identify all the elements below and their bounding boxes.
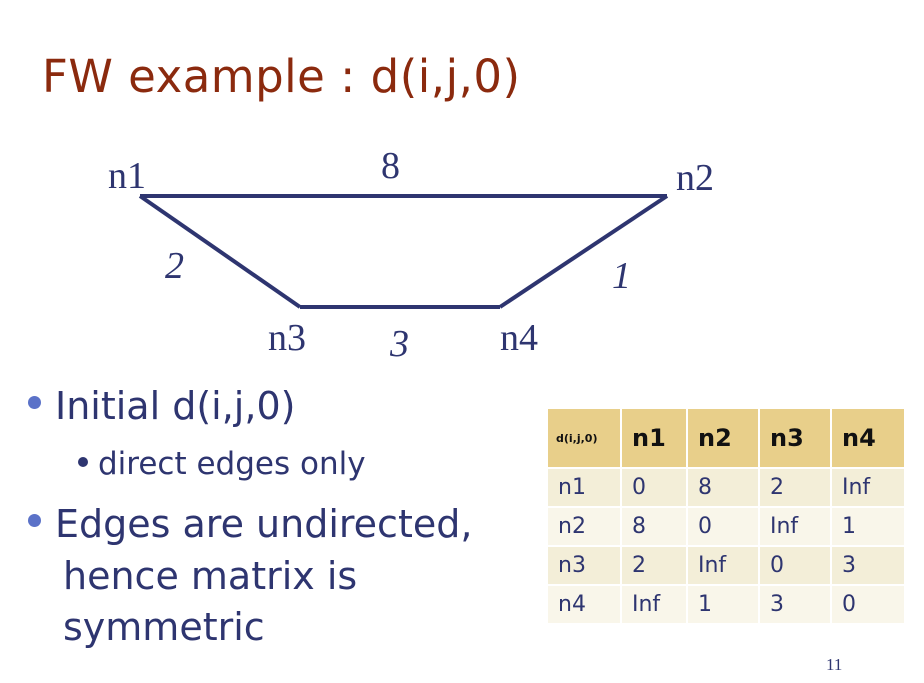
bullet-dot-icon bbox=[28, 396, 41, 409]
table-cell: Inf bbox=[686, 545, 760, 586]
edge-weight-n3-n4: 3 bbox=[389, 323, 409, 365]
row-label: n2 bbox=[546, 506, 622, 547]
table-cell: 0 bbox=[620, 467, 688, 508]
sub-bullet-text: direct edges only bbox=[98, 446, 366, 482]
table-cell: 8 bbox=[620, 506, 688, 547]
table-row: n2 8 0 Inf 1 bbox=[546, 506, 906, 547]
table-cell: 0 bbox=[758, 545, 832, 586]
table-row: n1 0 8 2 Inf bbox=[546, 467, 906, 508]
bullet-dot-icon bbox=[28, 514, 41, 527]
node-n2-label: n2 bbox=[676, 157, 714, 199]
column-header-n1: n1 bbox=[620, 407, 688, 469]
bullet-undirected-line1: Edges are undirected, bbox=[55, 502, 473, 546]
table-cell: 0 bbox=[830, 584, 906, 625]
matrix-corner-label: d(i,j,0) bbox=[546, 407, 622, 469]
edge-weight-n1-n2: 8 bbox=[381, 145, 400, 187]
page-number: 11 bbox=[826, 655, 843, 674]
table-cell: 1 bbox=[686, 584, 760, 625]
sub-bullet-dot-icon bbox=[78, 456, 88, 467]
table-header-row: d(i,j,0) n1 n2 n3 n4 bbox=[546, 407, 906, 469]
row-label: n1 bbox=[546, 467, 622, 508]
node-n4-label: n4 bbox=[500, 317, 538, 359]
table-row: n4 Inf 1 3 0 bbox=[546, 584, 906, 625]
table-cell: Inf bbox=[620, 584, 688, 625]
bullet-undirected: Edges are undirected, bbox=[28, 502, 472, 546]
node-n3-label: n3 bbox=[268, 317, 306, 359]
edge-weight-n1-n3: 2 bbox=[165, 245, 184, 287]
table-cell: 8 bbox=[686, 467, 760, 508]
node-n1-label: n1 bbox=[108, 155, 146, 197]
table-cell: Inf bbox=[830, 467, 906, 508]
column-header-n4: n4 bbox=[830, 407, 906, 469]
row-label: n3 bbox=[546, 545, 622, 586]
bullet-undirected-line2: hence matrix is bbox=[63, 554, 358, 598]
table-cell: Inf bbox=[758, 506, 832, 547]
table-row: n3 2 Inf 0 3 bbox=[546, 545, 906, 586]
row-label: n4 bbox=[546, 584, 622, 625]
sub-bullet-direct-edges: direct edges only bbox=[78, 446, 366, 482]
bullet-undirected-line3: symmetric bbox=[63, 605, 265, 649]
table-cell: 0 bbox=[686, 506, 760, 547]
table-cell: 2 bbox=[620, 545, 688, 586]
column-header-n2: n2 bbox=[686, 407, 760, 469]
table-cell: 3 bbox=[758, 584, 832, 625]
column-header-n3: n3 bbox=[758, 407, 832, 469]
bullet-initial: Initial d(i,j,0) bbox=[28, 384, 295, 428]
edge-n1-n3 bbox=[138, 194, 302, 309]
table-cell: 3 bbox=[830, 545, 906, 586]
distance-matrix-table: d(i,j,0) n1 n2 n3 n4 n1 0 8 2 Inf n2 8 0… bbox=[546, 407, 906, 625]
table-cell: 1 bbox=[830, 506, 906, 547]
bullet-initial-text: Initial d(i,j,0) bbox=[55, 384, 296, 428]
edge-n4-n2 bbox=[498, 194, 669, 309]
edge-weight-n4-n2: 1 bbox=[612, 255, 631, 297]
table-cell: 2 bbox=[758, 467, 832, 508]
